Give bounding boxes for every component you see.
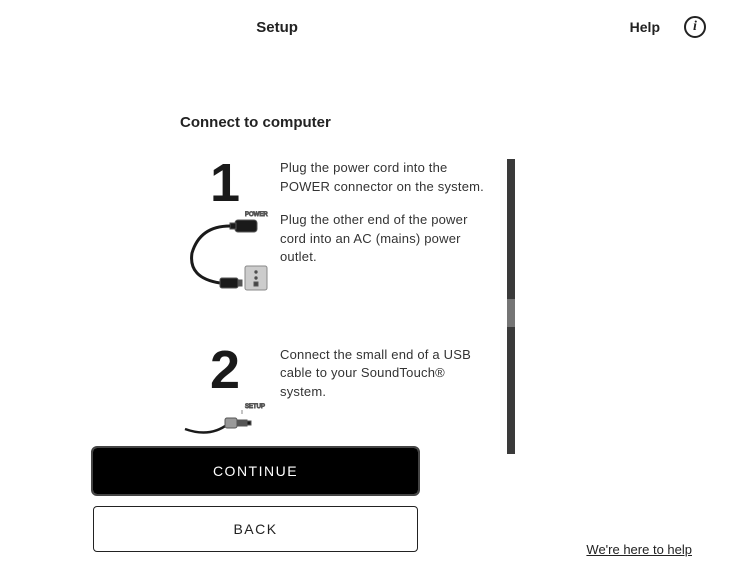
- power-cord-illustration: POWER: [180, 208, 270, 308]
- step-1-text-b: Plug the other end of the power cord int…: [280, 211, 490, 268]
- header-bar: Setup Help i: [0, 0, 730, 54]
- setup-label: SETUP: [245, 404, 265, 410]
- scrollbar-thumb[interactable]: [507, 299, 515, 327]
- step-2-text-a: Connect the small end of a USB cable to …: [280, 346, 490, 403]
- help-footer-link[interactable]: We're here to help: [586, 542, 692, 557]
- step-2: 2 SETUP Connect the small end of a: [180, 346, 490, 445]
- continue-button[interactable]: CONTINUE: [93, 448, 418, 494]
- step-2-text: Connect the small end of a USB cable to …: [280, 346, 490, 445]
- section-title: Connect to computer: [180, 114, 730, 131]
- step-1: 1 POWER: [180, 159, 490, 308]
- power-label: POWER: [245, 212, 268, 218]
- steps-container: 1 POWER: [180, 159, 500, 454]
- help-link[interactable]: Help: [630, 19, 660, 35]
- header-right: Help i: [630, 16, 706, 38]
- button-group: CONTINUE BACK: [93, 448, 418, 564]
- back-button[interactable]: BACK: [93, 506, 418, 552]
- step-1-text-a: Plug the power cord into the POWER conne…: [280, 159, 490, 197]
- step-number-1: 1: [208, 159, 242, 208]
- content-area: Connect to computer 1 POWER: [0, 54, 730, 454]
- step-1-text: Plug the power cord into the POWER conne…: [280, 159, 490, 308]
- usb-cable-illustration: SETUP: [180, 394, 270, 444]
- step-number-2: 2: [208, 346, 242, 395]
- info-icon[interactable]: i: [684, 16, 706, 38]
- steps-viewport: 1 POWER: [180, 159, 490, 454]
- page-title: Setup: [256, 19, 298, 36]
